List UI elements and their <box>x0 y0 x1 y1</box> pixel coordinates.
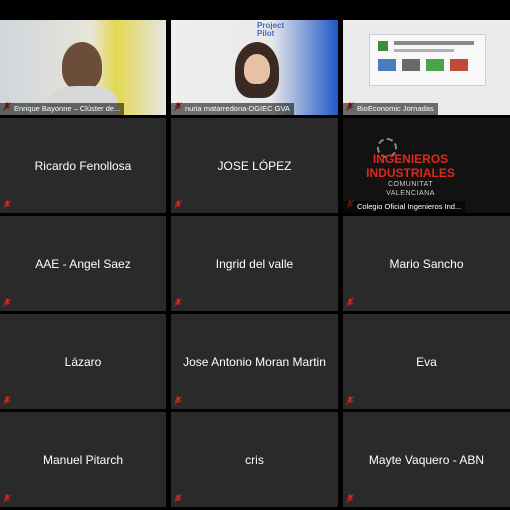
logo-title: INGENIEROS INDUSTRIALES <box>366 152 455 180</box>
participant-name: Lázaro <box>64 354 102 369</box>
participant-name: Ingrid del valle <box>215 256 294 271</box>
participant-tile-p13[interactable]: Manuel Pitarch <box>0 412 166 507</box>
participant-tile-p6[interactable]: INGENIEROS INDUSTRIALES COMUNITAT VALENC… <box>343 118 510 213</box>
microphone-muted-icon <box>346 494 354 503</box>
participant-tile-p8[interactable]: Ingrid del valle <box>171 216 338 311</box>
participant-tile-p12[interactable]: Eva <box>343 314 510 409</box>
microphone-muted-icon <box>174 396 182 405</box>
participant-video-face <box>244 54 270 84</box>
microphone-muted-icon <box>3 396 11 405</box>
participant-tile-p15[interactable]: Mayte Vaquero - ABN <box>343 412 510 507</box>
logo-subtitle: COMUNITAT VALENCIANA <box>386 181 435 197</box>
participant-name: AAE - Angel Saez <box>35 256 131 271</box>
participant-name-label: Enrique Bayonne – Clúster de... <box>0 103 125 115</box>
shared-screen-thumbnail <box>369 34 486 86</box>
participant-video <box>62 42 102 90</box>
participant-tile-p2[interactable]: Project Pilot nuria matarredona-DGIEC GV… <box>171 20 338 115</box>
microphone-muted-icon <box>3 298 11 307</box>
participant-name: cris <box>245 452 264 467</box>
participant-tile-p3[interactable]: BioEconomic Jornadas <box>343 20 510 115</box>
participant-name: JOSE LÓPEZ <box>217 158 292 173</box>
participant-name: Mayte Vaquero - ABN <box>368 452 485 467</box>
participant-video-caption: Project Pilot <box>257 21 285 38</box>
organization-logo: INGENIEROS INDUSTRIALES COMUNITAT VALENC… <box>363 152 458 198</box>
microphone-muted-icon <box>3 200 11 209</box>
microphone-muted-icon <box>3 494 11 503</box>
participant-tile-p11[interactable]: Jose Antonio Moran Martin <box>171 314 338 409</box>
participant-tile-p9[interactable]: Mario Sancho <box>343 216 510 311</box>
participant-name: Manuel Pitarch <box>42 452 124 467</box>
participant-tile-p4[interactable]: Ricardo Fenollosa <box>0 118 166 213</box>
participant-name: Eva <box>416 354 437 369</box>
participant-name: Jose Antonio Moran Martin <box>183 354 326 369</box>
participant-name: Mario Sancho <box>389 256 464 271</box>
participant-tile-p5[interactable]: JOSE LÓPEZ <box>171 118 338 213</box>
participant-tile-p14[interactable]: cris <box>171 412 338 507</box>
participant-grid: Enrique Bayonne – Clúster de... Project … <box>0 0 510 510</box>
participant-tile-p1[interactable]: Enrique Bayonne – Clúster de... <box>0 20 166 115</box>
microphone-muted-icon <box>174 298 182 307</box>
participant-tile-p7[interactable]: AAE - Angel Saez <box>0 216 166 311</box>
participant-name-label: nuria matarredona-DGIEC GVA <box>171 103 294 115</box>
participant-name-label: Colegio Oficial Ingenieros Ind... <box>343 201 466 213</box>
microphone-muted-icon <box>346 396 354 405</box>
microphone-muted-icon <box>346 298 354 307</box>
microphone-muted-icon <box>174 200 182 209</box>
participant-name: Ricardo Fenollosa <box>34 158 132 173</box>
participant-tile-p10[interactable]: Lázaro <box>0 314 166 409</box>
participant-name-label: BioEconomic Jornadas <box>343 103 438 115</box>
microphone-muted-icon <box>174 494 182 503</box>
